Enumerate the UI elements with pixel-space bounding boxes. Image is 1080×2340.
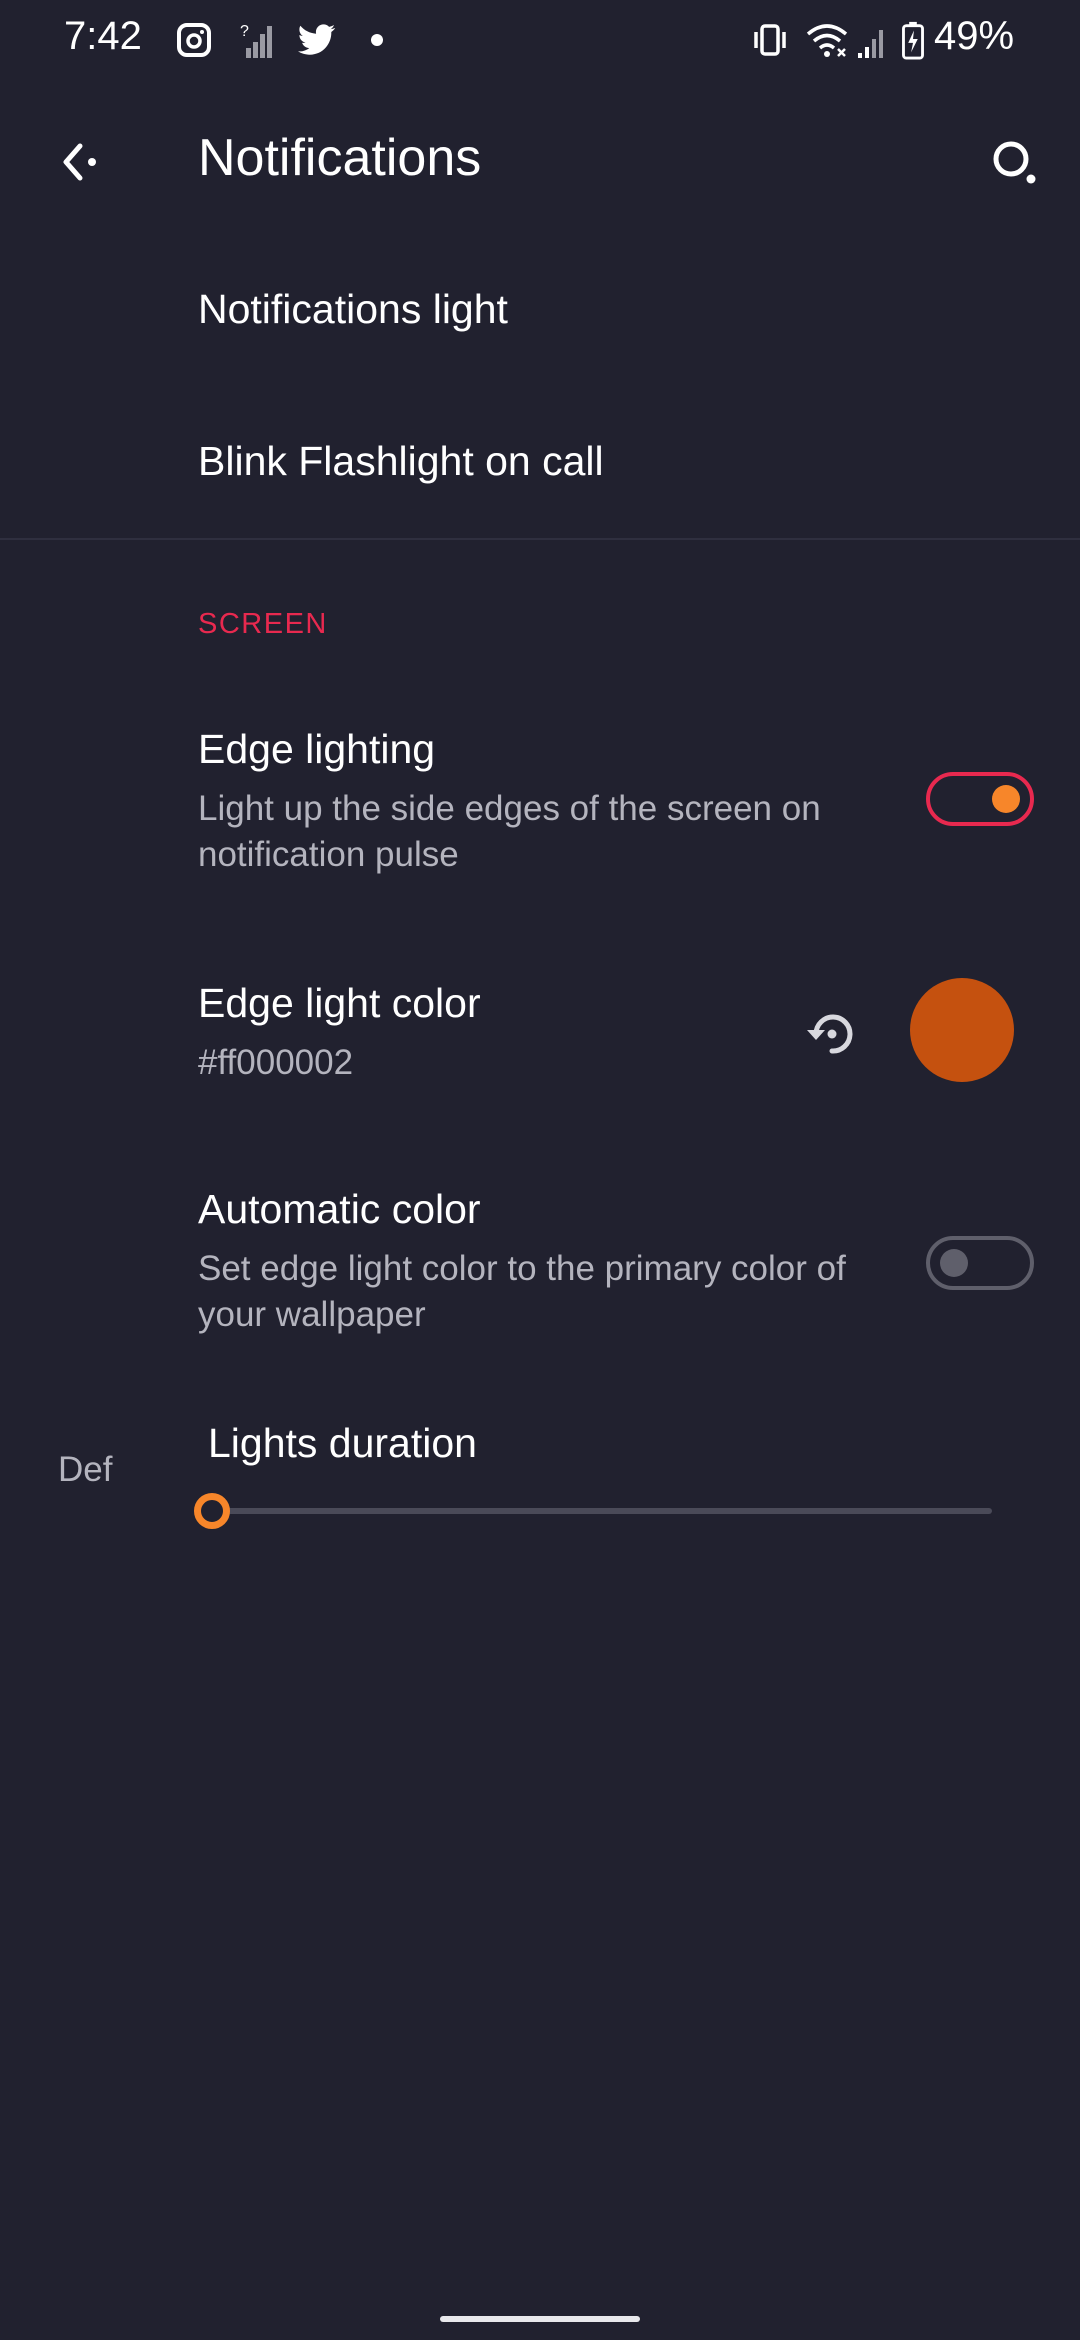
edge-light-color-title: Edge light color [198, 980, 481, 1026]
settings-screen: 7:42 ? 49% Notifications Notifications l… [0, 0, 1080, 2340]
notifications-light-title: Notifications light [198, 286, 508, 332]
back-button[interactable] [40, 124, 116, 200]
edge-light-color-value: #ff000002 [198, 1043, 354, 1082]
lights-duration-slider-thumb[interactable] [194, 1493, 230, 1529]
section-divider [0, 538, 1080, 540]
status-time: 7:42 [64, 14, 142, 58]
vibrate-icon [754, 24, 786, 56]
edge-light-color-swatch[interactable] [910, 978, 1014, 1082]
reset-history-icon [807, 1014, 853, 1054]
app-bar: Notifications [0, 84, 1080, 232]
lights-duration-title: Lights duration [208, 1420, 477, 1466]
reset-color-button[interactable] [796, 998, 868, 1070]
wifi-icon [806, 24, 848, 57]
battery-charging-icon [902, 21, 924, 60]
automatic-color-title: Automatic color [198, 1186, 481, 1232]
edge-lighting-title: Edge lighting [198, 726, 436, 772]
signal-unknown-icon: ? [240, 23, 272, 58]
lights-duration-slider-track[interactable] [212, 1508, 992, 1514]
status-bar: 7:42 ? 49% [0, 0, 1080, 84]
back-arrow-icon [63, 143, 96, 181]
automatic-color-item[interactable]: Automatic color Set edge light color to … [0, 1150, 1080, 1380]
cellular-signal-icon [858, 30, 883, 58]
switch-thumb [940, 1249, 968, 1277]
edge-lighting-item[interactable]: Edge lighting Light up the side edges of… [0, 690, 1080, 910]
notification-dot [371, 34, 383, 46]
page-title: Notifications [198, 129, 482, 187]
svg-text:?: ? [240, 23, 249, 40]
search-icon [993, 141, 1036, 184]
section-header-screen: SCREEN [198, 608, 328, 640]
switch-thumb [992, 785, 1020, 813]
lights-duration-side-label: Def [58, 1450, 113, 1489]
battery-percent: 49% [934, 14, 1015, 58]
notifications-light-item[interactable]: Notifications light [0, 240, 1080, 380]
edge-lighting-switch[interactable] [926, 772, 1034, 826]
twitter-icon [297, 24, 336, 55]
blink-flashlight-title: Blink Flashlight on call [198, 438, 604, 484]
edge-lighting-summary: Light up the side edges of the screen on… [198, 789, 821, 874]
automatic-color-summary: Set edge light color to the primary colo… [198, 1249, 846, 1334]
search-button[interactable] [976, 124, 1052, 200]
camera-app-icon [177, 23, 211, 57]
automatic-color-switch[interactable] [926, 1236, 1034, 1290]
gesture-nav-handle[interactable] [440, 2316, 640, 2322]
blink-flashlight-item[interactable]: Blink Flashlight on call [0, 390, 1080, 536]
